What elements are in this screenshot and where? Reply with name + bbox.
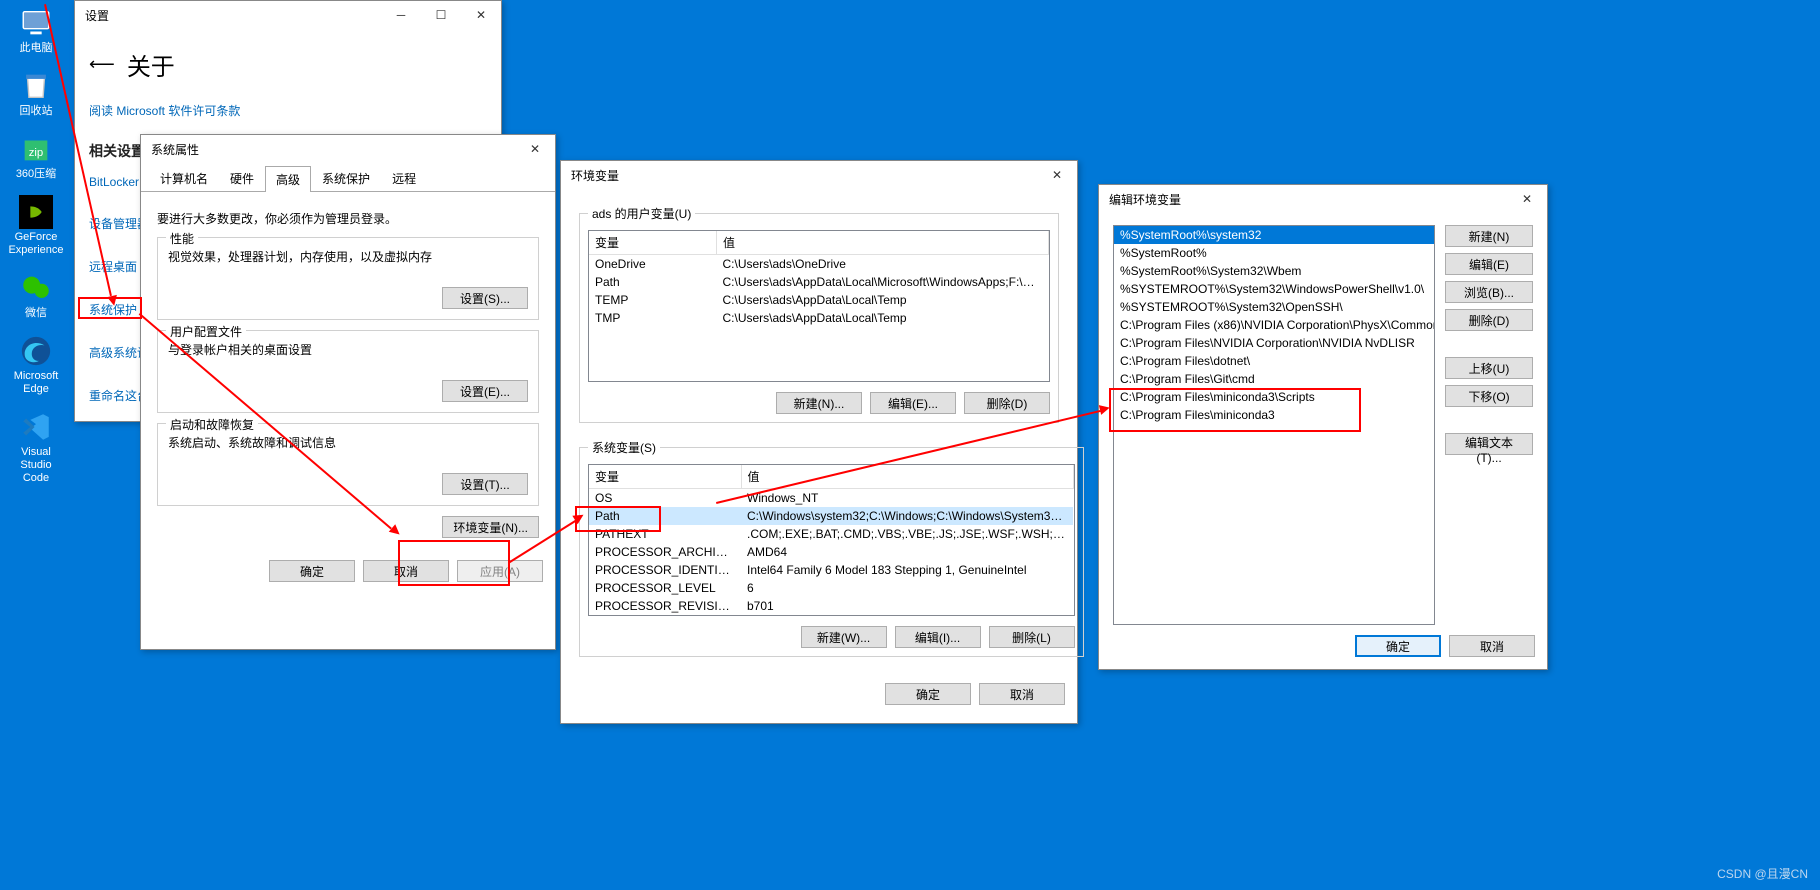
watermark: CSDN @且漫CN [1717,865,1808,882]
env-vars-window: 环境变量 ✕ ads 的用户变量(U) 变量值OneDriveC:\Users\… [560,160,1078,724]
nv-icon [16,195,56,229]
desktop-icon[interactable]: zip360压缩 [6,132,66,181]
maximize-button[interactable]: ☐ [421,1,461,29]
edit-title: 编辑环境变量 [1109,191,1181,208]
desktop-icon[interactable]: GeForce Experience [6,195,66,257]
list-item[interactable]: C:\Program Files\miniconda3 [1114,406,1434,424]
admin-note: 要进行大多数更改，你必须作为管理员登录。 [157,210,539,227]
move-down-button[interactable]: 下移(O) [1445,385,1533,407]
list-item[interactable]: %SystemRoot%\System32\Wbem [1114,262,1434,280]
table-row[interactable]: PROCESSOR_LEVEL6 [589,579,1073,597]
vsc-icon [16,410,56,444]
close-button[interactable]: ✕ [461,1,501,29]
env-title: 环境变量 [571,167,619,184]
table-row[interactable]: PathC:\Windows\system32;C:\Windows;C:\Wi… [589,507,1073,525]
move-up-button[interactable]: 上移(U) [1445,357,1533,379]
performance-group: 性能 视觉效果，处理器计划，内存使用，以及虚拟内存 设置(S)... [157,237,539,320]
cancel-button[interactable]: 取消 [979,683,1065,705]
edit-button[interactable]: 编辑(E) [1445,253,1533,275]
tab-3[interactable]: 系统保护 [311,165,381,191]
sysprop-title: 系统属性 [151,141,199,158]
settings-title: 设置 [85,7,109,24]
user-vars-group: ads 的用户变量(U) 变量值OneDriveC:\Users\ads\One… [579,205,1059,423]
table-row[interactable]: TMPC:\Users\ads\AppData\Local\Temp [589,309,1049,327]
table-row[interactable]: PATHEXT.COM;.EXE;.BAT;.CMD;.VBS;.VBE;.JS… [589,525,1073,543]
env-vars-button[interactable]: 环境变量(N)... [442,516,539,538]
table-row[interactable]: OSWindows_NT [589,489,1073,508]
tab-1[interactable]: 硬件 [219,165,265,191]
desktop-icon[interactable]: Microsoft Edge [6,334,66,396]
sys-vars-table[interactable]: 变量值OSWindows_NTPathC:\Windows\system32;C… [588,464,1075,616]
list-item[interactable]: C:\Program Files (x86)\NVIDIA Corporatio… [1114,316,1434,334]
related-link[interactable]: 系统保护 [89,301,137,318]
ok-button[interactable]: 确定 [269,560,355,582]
bin-icon [16,69,56,103]
user-delete-button[interactable]: 删除(D) [964,392,1050,414]
settings-titlebar[interactable]: 设置 ─ ☐ ✕ [75,1,501,29]
list-item[interactable]: C:\Program Files\Git\cmd [1114,370,1434,388]
list-item[interactable]: %SystemRoot% [1114,244,1434,262]
license-link[interactable]: 阅读 Microsoft 软件许可条款 [89,102,240,119]
user-vars-table[interactable]: 变量值OneDriveC:\Users\ads\OneDrivePathC:\U… [588,230,1050,382]
sys-new-button[interactable]: 新建(W)... [801,626,887,648]
svg-text:zip: zip [29,147,43,159]
list-item[interactable]: %SYSTEMROOT%\System32\WindowsPowerShell\… [1114,280,1434,298]
profile-settings-button[interactable]: 设置(E)... [442,380,528,402]
ok-button[interactable]: 确定 [1355,635,1441,657]
startup-group: 启动和故障恢复 系统启动、系统故障和调试信息 设置(T)... [157,423,539,506]
user-edit-button[interactable]: 编辑(E)... [870,392,956,414]
edge-icon [16,334,56,368]
list-item[interactable]: C:\Program Files\miniconda3\Scripts [1114,388,1434,406]
edit-env-var-window: 编辑环境变量 ✕ %SystemRoot%\system32%SystemRoo… [1098,184,1548,670]
table-row[interactable]: OneDriveC:\Users\ads\OneDrive [589,255,1049,274]
desktop-icon[interactable]: 此电脑 [6,6,66,55]
tab-0[interactable]: 计算机名 [149,165,219,191]
table-row[interactable]: PROCESSOR_IDENTIFIERIntel64 Family 6 Mod… [589,561,1073,579]
ok-button[interactable]: 确定 [885,683,971,705]
sys-vars-group: 系统变量(S) 变量值OSWindows_NTPathC:\Windows\sy… [579,439,1084,657]
list-item[interactable]: %SystemRoot%\system32 [1114,226,1434,244]
related-link[interactable]: BitLocker [89,175,139,189]
browse-button[interactable]: 浏览(B)... [1445,281,1533,303]
table-row[interactable]: PROCESSOR_ARCHITECT...AMD64 [589,543,1073,561]
minimize-button[interactable]: ─ [381,1,421,29]
pc-icon [16,6,56,40]
close-button[interactable]: ✕ [1037,161,1077,189]
desktop-icon[interactable]: 微信 [6,271,66,320]
sys-edit-button[interactable]: 编辑(I)... [895,626,981,648]
list-item[interactable]: C:\Program Files\NVIDIA Corporation\NVID… [1114,334,1434,352]
startup-settings-button[interactable]: 设置(T)... [442,473,528,495]
user-new-button[interactable]: 新建(N)... [776,392,862,414]
wx-icon [16,271,56,305]
desktop-icon[interactable]: Visual Studio Code [6,410,66,485]
related-link[interactable]: 远程桌面 [89,258,137,275]
sys-delete-button[interactable]: 删除(L) [989,626,1075,648]
perf-settings-button[interactable]: 设置(S)... [442,287,528,309]
system-properties-window: 系统属性 ✕ 计算机名硬件高级系统保护远程 要进行大多数更改，你必须作为管理员登… [140,134,556,650]
path-list[interactable]: %SystemRoot%\system32%SystemRoot%%System… [1113,225,1435,625]
edit-text-button[interactable]: 编辑文本(T)... [1445,433,1533,455]
delete-button[interactable]: 删除(D) [1445,309,1533,331]
close-button[interactable]: ✕ [1507,185,1547,213]
list-item[interactable]: %SYSTEMROOT%\System32\OpenSSH\ [1114,298,1434,316]
tab-4[interactable]: 远程 [381,165,427,191]
zip-icon: zip [16,132,56,166]
cancel-button[interactable]: 取消 [363,560,449,582]
user-profile-group: 用户配置文件 与登录帐户相关的桌面设置 设置(E)... [157,330,539,413]
back-arrow-icon[interactable]: ⟵ [89,54,115,75]
desktop-icon[interactable]: 回收站 [6,69,66,118]
table-row[interactable]: TEMPC:\Users\ads\AppData\Local\Temp [589,291,1049,309]
list-item[interactable]: C:\Program Files\dotnet\ [1114,352,1434,370]
page-title: 关于 [127,47,175,82]
tab-2[interactable]: 高级 [265,166,311,192]
cancel-button[interactable]: 取消 [1449,635,1535,657]
table-row[interactable]: PROCESSOR_REVISIONb701 [589,597,1073,615]
apply-button[interactable]: 应用(A) [457,560,543,582]
close-button[interactable]: ✕ [515,135,555,163]
new-button[interactable]: 新建(N) [1445,225,1533,247]
table-row[interactable]: PathC:\Users\ads\AppData\Local\Microsoft… [589,273,1049,291]
